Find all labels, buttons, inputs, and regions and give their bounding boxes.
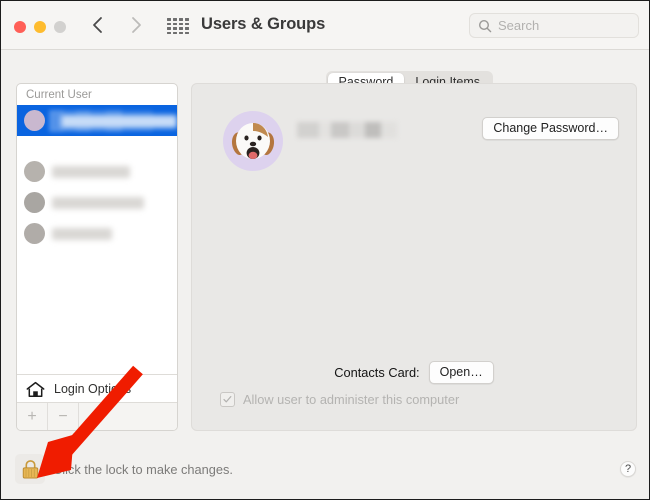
admin-checkbox-row[interactable]: Allow user to administer this computer xyxy=(220,392,459,407)
redacted-username xyxy=(52,196,144,209)
login-options-label: Login Options xyxy=(54,382,132,396)
sidebar-section-current-user: Current User xyxy=(26,89,92,101)
navigation-arrows xyxy=(87,13,147,37)
help-button[interactable]: ? xyxy=(620,461,636,477)
contacts-card-row: Contacts Card: Open… xyxy=(192,361,636,384)
user-avatar xyxy=(24,192,45,213)
user-avatar xyxy=(24,110,45,131)
redacted-username xyxy=(52,165,130,178)
search-placeholder: Search xyxy=(498,18,540,33)
sidebar-section-other-users xyxy=(17,136,177,156)
remove-user-button[interactable]: − xyxy=(48,403,79,430)
redacted-account-name xyxy=(297,122,397,138)
home-icon xyxy=(26,381,45,398)
open-contacts-card-button[interactable]: Open… xyxy=(428,361,494,384)
admin-checkbox-label: Allow user to administer this computer xyxy=(243,392,460,407)
admin-checkbox xyxy=(220,392,235,407)
minimize-button[interactable] xyxy=(34,21,46,33)
add-user-button[interactable]: + xyxy=(17,403,48,430)
lock-message: Click the lock to make changes. xyxy=(53,462,233,477)
closed-padlock-icon xyxy=(22,459,38,478)
contacts-card-label: Contacts Card: xyxy=(334,365,420,380)
lock-button[interactable] xyxy=(15,454,45,484)
search-icon xyxy=(478,19,492,33)
users-and-groups-window: Users & Groups Search Current User Login… xyxy=(0,0,650,500)
search-field[interactable]: Search xyxy=(469,13,639,38)
forward-chevron-icon[interactable] xyxy=(125,13,147,37)
list-item[interactable] xyxy=(17,156,177,187)
password-pane: Change Password… Contacts Card: Open… Al… xyxy=(191,83,637,431)
zoom-button xyxy=(54,21,66,33)
sidebar-item-login-options[interactable]: Login Options xyxy=(17,374,177,403)
list-item[interactable] xyxy=(17,218,177,249)
sidebar-footer-toolbar: + − xyxy=(17,402,177,430)
user-avatar xyxy=(24,161,45,182)
back-chevron-icon[interactable] xyxy=(87,13,109,37)
show-all-grid-icon[interactable] xyxy=(167,18,189,34)
change-password-button[interactable]: Change Password… xyxy=(482,117,619,140)
page-title: Users & Groups xyxy=(201,15,326,33)
redacted-username xyxy=(52,227,112,240)
users-list-scroll: Current User xyxy=(17,84,177,374)
list-item[interactable] xyxy=(17,187,177,218)
window-titlebar: Users & Groups Search xyxy=(1,1,649,50)
users-list-sidebar: Current User Login Options + − xyxy=(16,83,178,431)
redacted-username-subtitle xyxy=(61,115,177,128)
window-controls xyxy=(14,21,66,33)
close-button[interactable] xyxy=(14,21,26,33)
dog-memoji-avatar[interactable] xyxy=(223,111,283,171)
user-avatar xyxy=(24,223,45,244)
